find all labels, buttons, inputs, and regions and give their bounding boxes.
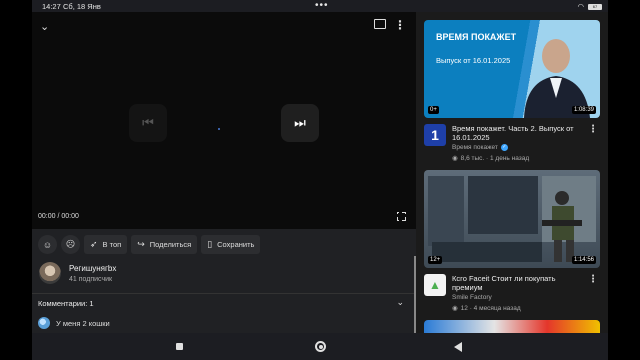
video-meta: ▲ Ксго Faceit Стоит ли покупать премиум … (424, 274, 600, 312)
stats-text: 8,6 тыс. · 1 день назад (460, 154, 530, 162)
loading-indicator (218, 128, 220, 130)
rocket-icon: ➶ (90, 239, 98, 249)
video-card[interactable]: ВРЕМЯ ПОКАЖЕТ Выпуск от 16.01.2025 0+ 1:… (424, 20, 600, 162)
video-info-panel: ☺ ☹ ➶ В топ ↪ Поделиться ▯ Сохранить Регишу… (32, 229, 416, 333)
right-letterbox (608, 0, 640, 360)
skip-next-icon: ⏭ (294, 115, 306, 130)
subscriber-count: 41 подписчик (69, 275, 113, 283)
dislike-button[interactable]: ☹ (61, 235, 80, 254)
recommendations-feed: ВРЕМЯ ПОКАЖЕТ Выпуск от 16.01.2025 0+ 1:… (416, 12, 608, 333)
channel-row[interactable]: Регишунягbx 41 подписчик (39, 262, 116, 284)
previous-button[interactable]: ⏮ (129, 104, 167, 142)
divider (32, 293, 416, 294)
verified-icon: ✓ (500, 144, 508, 151)
duration-badge: 1:08:39 (571, 106, 596, 114)
channel-logo-icon[interactable]: ▲ (424, 274, 446, 296)
next-button[interactable]: ⏭ (281, 104, 319, 142)
thumbnail-subtitle: Выпуск от 16.01.2025 (436, 56, 511, 65)
status-date: Сб, 18 Янв (63, 2, 101, 11)
more-dots-icon: ••• (315, 0, 329, 11)
chevron-down-icon[interactable]: ⌄ (40, 20, 49, 33)
thumbnail-title: ВРЕМЯ ПОКАЖЕТ (436, 32, 517, 42)
video-thumbnail[interactable] (424, 320, 600, 333)
stats-text: 12 · 4 месяца назад (460, 304, 521, 312)
channel-line: Время покажет ✓ (452, 144, 586, 151)
share-label: Поделиться (149, 240, 192, 249)
video-title[interactable]: Время покажет. Часть 2. Выпуск от 16.01.… (452, 124, 586, 142)
sad-icon: ☹ (65, 239, 76, 249)
left-letterbox (0, 0, 32, 360)
battery-icon: 67 (588, 3, 602, 10)
video-stats: ◉ 12 · 4 месяца назад (452, 304, 586, 313)
video-thumbnail[interactable]: ВРЕМЯ ПОКАЖЕТ Выпуск от 16.01.2025 0+ 1:… (424, 20, 600, 118)
fullscreen-icon[interactable] (396, 211, 406, 221)
home-button[interactable] (315, 341, 326, 352)
video-title[interactable]: Ксго Faceit Стоит ли покупать премиум (452, 274, 586, 292)
commenter-avatar (38, 317, 50, 329)
more-vert-icon[interactable]: ⋮ (588, 124, 598, 135)
status-bar: 14:27 Сб, 18 Янв ••• ◠ 67 (32, 0, 608, 12)
comments-title[interactable]: Комментарии: 1 (38, 299, 94, 308)
more-vert-icon[interactable]: ⋮ (394, 18, 406, 32)
share-icon: ↪ (137, 239, 145, 249)
save-button[interactable]: ▯ Сохранить (201, 235, 261, 254)
channel-line: Smile Factory (452, 294, 586, 301)
channel-name[interactable]: Регишунягbx (69, 264, 116, 273)
action-bar: ☺ ☹ ➶ В топ ↪ Поделиться ▯ Сохранить (38, 235, 261, 254)
game-scene (428, 176, 596, 262)
channel-name[interactable]: Smile Factory (452, 294, 492, 301)
age-rating: 12+ (428, 256, 443, 264)
video-meta: 1 Время покажет. Часть 2. Выпуск от 16.0… (424, 124, 600, 162)
save-label: Сохранить (217, 240, 255, 249)
like-button[interactable]: ☺ (38, 235, 57, 254)
video-stats: ◉ 8,6 тыс. · 1 день назад (452, 154, 586, 163)
status-time: 14:27 (42, 2, 61, 11)
wifi-icon: ◠ (577, 2, 584, 11)
eye-icon: ◉ (452, 155, 458, 162)
channel-logo-icon[interactable]: 1 (424, 124, 446, 146)
timecode: 00:00 / 00:00 (38, 213, 79, 220)
video-card[interactable] (424, 320, 600, 333)
skip-previous-icon: ⏮ (142, 115, 154, 130)
to-top-button[interactable]: ➶ В топ (84, 235, 128, 254)
cast-icon[interactable] (374, 19, 386, 29)
more-vert-icon[interactable]: ⋮ (588, 274, 598, 285)
eye-icon: ◉ (452, 305, 458, 312)
video-thumbnail[interactable]: 12+ 1:14:56 (424, 170, 600, 268)
smile-icon: ☺ (42, 239, 53, 250)
age-rating: 0+ (428, 106, 439, 114)
chevron-down-icon[interactable]: ⌄ (396, 297, 404, 308)
to-top-label: В топ (102, 240, 122, 249)
video-card[interactable]: 12+ 1:14:56 ▲ Ксго Faceit Стоит ли покуп… (424, 170, 600, 312)
back-button[interactable] (454, 342, 462, 352)
comment-text: У меня 2 кошки (56, 318, 110, 328)
video-player[interactable]: ⌄ ⋮ ⏮ ⏭ 00:00 / 00:00 (32, 12, 416, 229)
avatar[interactable] (39, 262, 61, 284)
host-portrait (524, 39, 590, 118)
share-button[interactable]: ↪ Поделиться (131, 235, 198, 254)
system-nav-bar (32, 333, 608, 360)
duration-badge: 1:14:56 (571, 256, 596, 264)
recents-button[interactable] (176, 343, 183, 350)
channel-name[interactable]: Время покажет (452, 144, 498, 151)
bookmark-icon: ▯ (207, 239, 213, 249)
comment-preview[interactable]: У меня 2 кошки (38, 317, 110, 329)
